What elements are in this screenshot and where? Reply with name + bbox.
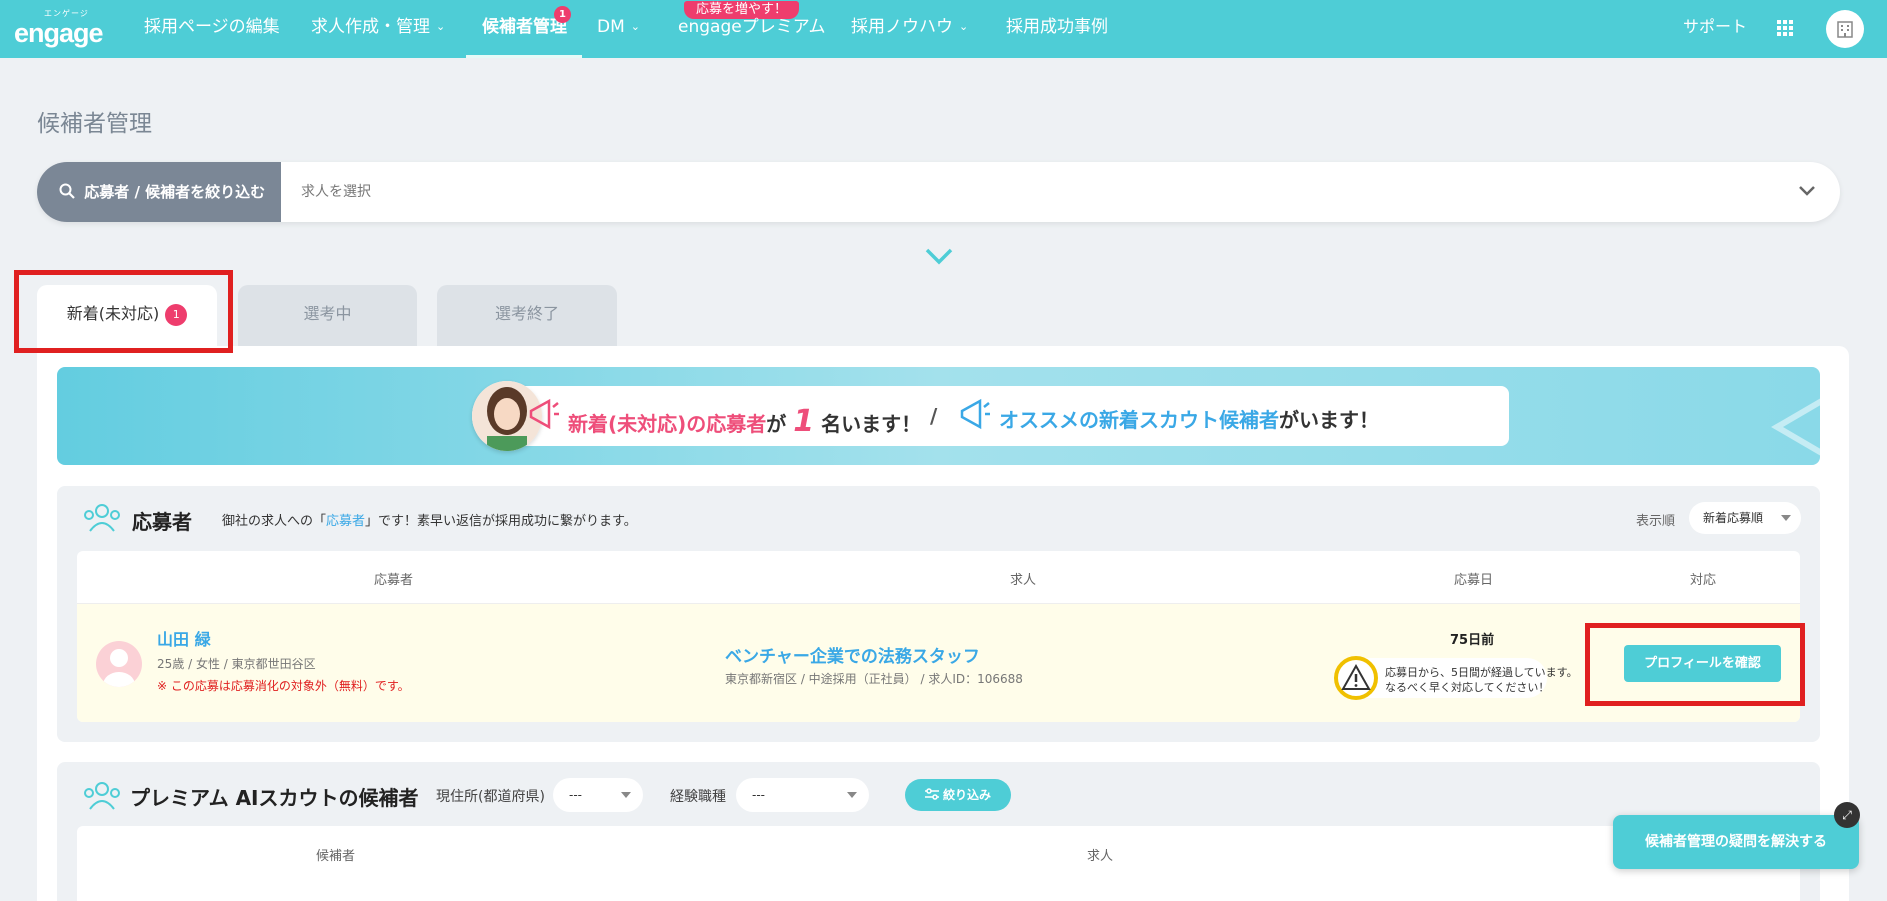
sort-label: 表示順 <box>1636 514 1676 529</box>
applicants-title: 応募者 <box>132 510 192 534</box>
building-icon <box>1837 21 1853 38</box>
nav-item-candidate-management[interactable]: 候補者管理 <box>482 0 567 58</box>
tab-selection-ended[interactable]: 選考終了 <box>437 285 617 347</box>
top-nav: エンゲージ engage 採用ページの編集 求人作成・管理 ⌄ 候補者管理 1 D… <box>0 0 1887 58</box>
desc-text: 」です！素早い返信が採用成功に繋がります。 <box>365 514 637 529</box>
people-icon <box>84 504 120 532</box>
notice-banner[interactable]: 新着(未対応)の応募者が 1 名います！ / オススメの新着スカウト候補者がいま… <box>57 367 1820 465</box>
location-select[interactable]: --- <box>553 778 643 812</box>
desc-text: 御社の求人への「 <box>222 514 327 529</box>
apps-grid-icon[interactable] <box>1777 20 1793 36</box>
banner-divider: / <box>930 404 938 428</box>
nav-label: 採用ページの編集 <box>144 17 280 37</box>
applicant-note: ※ この応募は応募消化の対象外（無料）です。 <box>157 679 410 693</box>
applicant-name-link[interactable]: 山田 緑 <box>157 626 211 650</box>
column-header: 対応 <box>1690 573 1717 588</box>
notification-badge: 1 <box>554 6 571 23</box>
column-header: 求人 <box>1010 573 1037 588</box>
banner-highlight: 新着(未対応)の応募者 <box>568 412 767 436</box>
tab-label: 選考中 <box>303 304 352 323</box>
nav-label: 採用成功事例 <box>1006 17 1108 37</box>
job-select[interactable]: 求人を選択 <box>301 162 371 222</box>
expand-chevron-icon[interactable] <box>924 246 954 268</box>
banner-connector: が <box>766 412 787 436</box>
filter-sliders-icon <box>924 788 939 800</box>
nav-label: 求人作成・管理 <box>311 17 430 37</box>
nav-item-engage-premium[interactable]: engageプレミアム <box>678 0 826 58</box>
desc-highlight: 応募者 <box>326 514 366 529</box>
nav-label: 採用ノウハウ <box>851 17 953 37</box>
column-header: 求人 <box>1087 849 1114 864</box>
chevron-down-icon: ⌄ <box>436 20 446 33</box>
column-header: 候補者 <box>316 849 356 864</box>
table-row[interactable]: 山田 緑 25歳 / 女性 / 東京都世田谷区 ※ この応募は応募消化の対象外（… <box>77 603 1800 722</box>
job-title-link[interactable]: ベンチャー企業での法務スタッフ <box>725 642 980 667</box>
sort-select[interactable]: 新着応募順 <box>1689 502 1801 534</box>
premium-scout-title: プレミアム AIスカウトの候補者 <box>130 786 419 810</box>
job-meta: 東京都新宿区 / 中途採用（正社員） / 求人ID：106688 <box>725 672 1023 686</box>
new-applicant-count: 1 <box>793 404 815 439</box>
sort-value: 新着応募順 <box>1703 511 1764 525</box>
nav-item-dm[interactable]: DM ⌄ <box>597 0 640 58</box>
nav-label: DM <box>597 17 625 37</box>
support-link[interactable]: サポート <box>1683 0 1747 58</box>
dropdown-arrow-icon <box>621 792 631 798</box>
applicant-meta: 25歳 / 女性 / 東京都世田谷区 <box>157 657 316 671</box>
dropdown-arrow-icon <box>847 792 857 798</box>
premium-candidates-table: 候補者 求人 <box>77 826 1800 901</box>
warning-line: 応募日から、5日間が経過しています。 <box>1385 666 1578 679</box>
search-icon <box>59 183 75 199</box>
nav-label: engageプレミアム <box>678 17 826 37</box>
filter-candidates-button[interactable]: 応募者 / 候補者を絞り込む <box>37 162 281 222</box>
megaphone-icon <box>960 398 990 430</box>
applicants-table: 応募者 求人 応募日 対応 山田 緑 25歳 / 女性 / 東京都世田谷区 ※ … <box>77 551 1800 722</box>
warning-line: なるべく早く対応してください！ <box>1385 681 1550 694</box>
job-type-filter-label: 経験職種 <box>670 789 726 805</box>
engage-logo[interactable]: エンゲージ engage <box>14 8 112 50</box>
banner-highlight: オススメの新着スカウト候補者 <box>999 408 1279 432</box>
active-nav-indicator <box>466 55 582 58</box>
tab-in-selection[interactable]: 選考中 <box>238 285 417 347</box>
highlight-box-profile <box>1585 623 1805 706</box>
chevron-down-icon[interactable] <box>1797 180 1817 200</box>
page-title: 候補者管理 <box>37 111 152 137</box>
chevron-down-icon: ⌄ <box>630 20 640 33</box>
warning-icon <box>1334 656 1378 700</box>
logo-text: engage <box>14 18 104 48</box>
location-filter-label: 現住所(都道府県) <box>436 789 545 805</box>
column-header: 応募者 <box>374 573 414 588</box>
banner-suffix: 名います！ <box>821 412 922 436</box>
nav-item-edit-recruit-page[interactable]: 採用ページの編集 <box>144 0 280 58</box>
collapse-icon[interactable]: ⤢ <box>1834 802 1860 828</box>
nav-label: 候補者管理 <box>482 17 567 37</box>
filter-button-label: 応募者 / 候補者を絞り込む <box>84 183 266 201</box>
job-type-value: --- <box>752 788 765 802</box>
avatar <box>96 641 142 687</box>
dropdown-arrow-icon <box>1781 515 1791 521</box>
narrow-down-button[interactable]: 絞り込み <box>905 779 1011 811</box>
help-faq-button[interactable]: 候補者管理の疑問を解決する <box>1613 815 1859 869</box>
banner-suffix: がいます！ <box>1279 408 1379 432</box>
company-account-button[interactable] <box>1826 10 1864 48</box>
nav-item-job-management[interactable]: 求人作成・管理 ⌄ <box>311 0 445 58</box>
nav-item-recruit-knowhow[interactable]: 採用ノウハウ ⌄ <box>851 0 968 58</box>
highlight-box-tab <box>14 270 233 353</box>
narrow-button-label: 絞り込み <box>942 788 991 802</box>
warning-text: 応募日から、5日間が経過しています。 なるべく早く対応してください！ <box>1385 665 1578 695</box>
megaphone-icon <box>1771 398 1820 456</box>
megaphone-icon <box>529 398 559 430</box>
banner-text-scout: オススメの新着スカウト候補者がいます！ <box>999 404 1379 433</box>
job-type-select[interactable]: --- <box>736 778 869 812</box>
nav-item-success-cases[interactable]: 採用成功事例 <box>1006 0 1108 58</box>
banner-text-applicants: 新着(未対応)の応募者が 1 名います！ <box>568 404 921 439</box>
chevron-down-icon: ⌄ <box>959 20 969 33</box>
tab-label: 選考終了 <box>494 304 559 323</box>
location-value: --- <box>569 788 582 802</box>
people-icon <box>84 782 120 810</box>
column-header: 応募日 <box>1454 573 1494 588</box>
filter-bar: 応募者 / 候補者を絞り込む 求人を選択 <box>37 162 1840 222</box>
applicants-description: 御社の求人への「応募者」です！素早い返信が採用成功に繋がります。 <box>222 510 637 529</box>
application-date: 75日前 <box>1450 633 1495 648</box>
